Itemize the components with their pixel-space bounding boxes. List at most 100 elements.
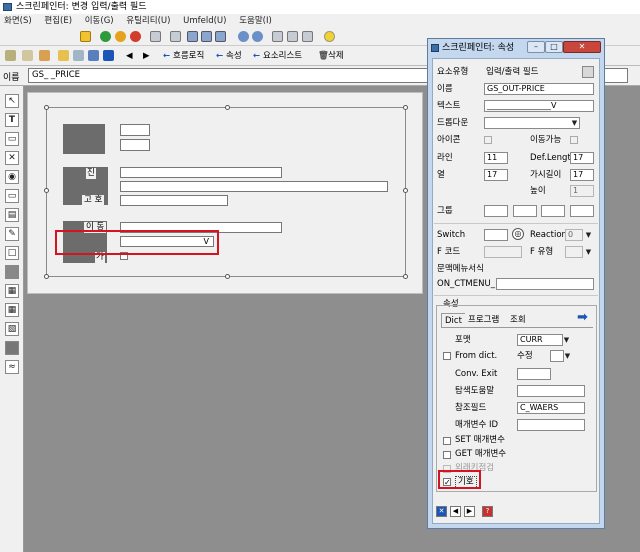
chevron-down-icon[interactable]: ▼	[562, 335, 571, 345]
chevron-down-icon[interactable]: ▼	[584, 230, 593, 240]
chevron-down-icon[interactable]: ▼	[563, 351, 572, 361]
box-tool-icon[interactable]: □	[5, 246, 19, 260]
print-icon[interactable]	[150, 31, 161, 42]
param-id-input[interactable]	[517, 419, 585, 431]
input-field-tool-icon[interactable]: ▭	[5, 132, 19, 146]
help-icon[interactable]: ?	[482, 506, 493, 517]
where-used-icon[interactable]	[58, 50, 69, 61]
flow-logic-button[interactable]: ← 흐름로직	[163, 50, 204, 62]
close-button[interactable]: ✕	[563, 41, 601, 53]
menu-goto[interactable]: 이동(G)	[85, 16, 114, 26]
resize-handle[interactable]	[403, 188, 408, 193]
screen-icon[interactable]	[302, 31, 313, 42]
test-icon[interactable]	[5, 50, 16, 61]
table-wizard-icon[interactable]: ▦	[5, 303, 19, 317]
help-icon[interactable]	[324, 31, 335, 42]
maximize-button[interactable]: □	[545, 41, 563, 53]
pushbutton-tool-icon[interactable]: ▭	[5, 189, 19, 203]
check-icon[interactable]	[22, 50, 33, 61]
delete-button[interactable]: 🗑삭제	[318, 50, 344, 62]
display-icon[interactable]	[88, 50, 99, 61]
reaction-select[interactable]: 0	[565, 229, 583, 241]
tabstrip-tool-icon[interactable]: ▤	[5, 208, 19, 222]
status-icon-tool-icon[interactable]	[5, 341, 19, 355]
set-param-checkbox[interactable]	[443, 437, 451, 445]
context-menu-input[interactable]	[496, 278, 594, 290]
movable-checkbox[interactable]	[570, 136, 578, 144]
checkbox-tool-icon[interactable]: ✕	[5, 151, 19, 165]
paste-icon[interactable]	[215, 31, 226, 42]
tab-program[interactable]: 프로그램	[465, 313, 503, 327]
fcode-input[interactable]	[484, 246, 522, 258]
layout-icon[interactable]	[272, 31, 283, 42]
canvas-field[interactable]	[120, 167, 282, 178]
back-icon[interactable]	[100, 31, 111, 42]
resize-handle[interactable]	[225, 105, 230, 110]
column-input[interactable]: 17	[484, 169, 508, 181]
search-help-input[interactable]	[517, 385, 585, 397]
visible-length-input[interactable]: 17	[570, 169, 594, 181]
radio-tool-icon[interactable]: ◉	[5, 170, 19, 184]
step-loop-tool-icon[interactable]: ≈	[5, 360, 19, 374]
switch-icon[interactable]: ◎	[512, 228, 524, 240]
redo-icon[interactable]	[252, 31, 263, 42]
prev-icon[interactable]: ◀	[126, 50, 133, 62]
find-icon[interactable]	[170, 31, 181, 42]
menu-edit[interactable]: 편집(E)	[44, 16, 72, 26]
resize-handle[interactable]	[403, 274, 408, 279]
tab-dict[interactable]: Dict	[441, 313, 466, 327]
resize-handle[interactable]	[44, 274, 49, 279]
from-dict-checkbox[interactable]	[443, 352, 451, 360]
copy-icon[interactable]	[201, 31, 212, 42]
group-input-4[interactable]	[570, 205, 594, 217]
cut-icon[interactable]	[187, 31, 198, 42]
custom-control-tool-icon[interactable]: ▧	[5, 322, 19, 336]
table-control-tool-icon[interactable]: ▦	[5, 284, 19, 298]
menu-help[interactable]: 도움말(I)	[239, 16, 272, 26]
canvas-field[interactable]	[120, 195, 228, 206]
prev-element-icon[interactable]: ◀	[450, 506, 461, 517]
resize-handle[interactable]	[403, 105, 408, 110]
attributes-button[interactable]: ← 속성	[216, 50, 242, 62]
canvas-field[interactable]	[120, 124, 150, 136]
canvas-field[interactable]	[120, 139, 150, 151]
subscreen-tool-icon[interactable]	[5, 265, 19, 279]
activate-icon[interactable]	[39, 50, 50, 61]
chevron-down-icon[interactable]: ▼	[584, 247, 593, 257]
save-icon[interactable]	[80, 31, 91, 42]
resize-handle[interactable]	[44, 105, 49, 110]
format-select[interactable]: CURR	[517, 334, 563, 346]
next-icon[interactable]: ▶	[143, 50, 150, 62]
modify-select[interactable]	[550, 350, 564, 362]
line-input[interactable]: 11	[484, 152, 508, 164]
canvas-field[interactable]	[120, 181, 388, 192]
text-input[interactable]: ________________V	[484, 100, 594, 112]
ftype-select[interactable]	[565, 246, 583, 258]
graphic-icon[interactable]	[73, 50, 84, 61]
close-dialog-icon[interactable]: ✕	[436, 506, 447, 517]
menu-screen[interactable]: 화면(S)	[4, 16, 32, 26]
undo-icon[interactable]	[238, 31, 249, 42]
layout-toggle-icon[interactable]	[582, 66, 594, 78]
conv-exit-input[interactable]	[517, 368, 551, 380]
arrow-right-icon[interactable]: ➡	[577, 310, 588, 325]
group-input-3[interactable]	[541, 205, 565, 217]
get-param-checkbox[interactable]	[443, 451, 451, 459]
next-element-icon[interactable]: ▶	[464, 506, 475, 517]
resize-handle[interactable]	[225, 274, 230, 279]
exit-icon[interactable]	[115, 31, 126, 42]
switch-input[interactable]	[484, 229, 508, 241]
menu-environment[interactable]: Umfeld(U)	[183, 16, 226, 26]
def-length-input[interactable]: 17	[570, 152, 594, 164]
group-input-1[interactable]	[484, 205, 508, 217]
name-input[interactable]: GS_OUT-PRICE	[484, 83, 594, 95]
menu-utilities[interactable]: 유틸리티(U)	[126, 16, 170, 26]
height-input[interactable]: 1	[570, 185, 594, 197]
cancel-icon[interactable]	[130, 31, 141, 42]
ref-field-input[interactable]: C_WAERS	[517, 402, 585, 414]
element-list-button[interactable]: ← 요소리스트	[253, 50, 302, 62]
dropdown-select[interactable]	[484, 117, 580, 129]
icon-checkbox[interactable]	[484, 136, 492, 144]
text-tool-icon[interactable]: T	[5, 113, 19, 127]
window-icon[interactable]	[287, 31, 298, 42]
